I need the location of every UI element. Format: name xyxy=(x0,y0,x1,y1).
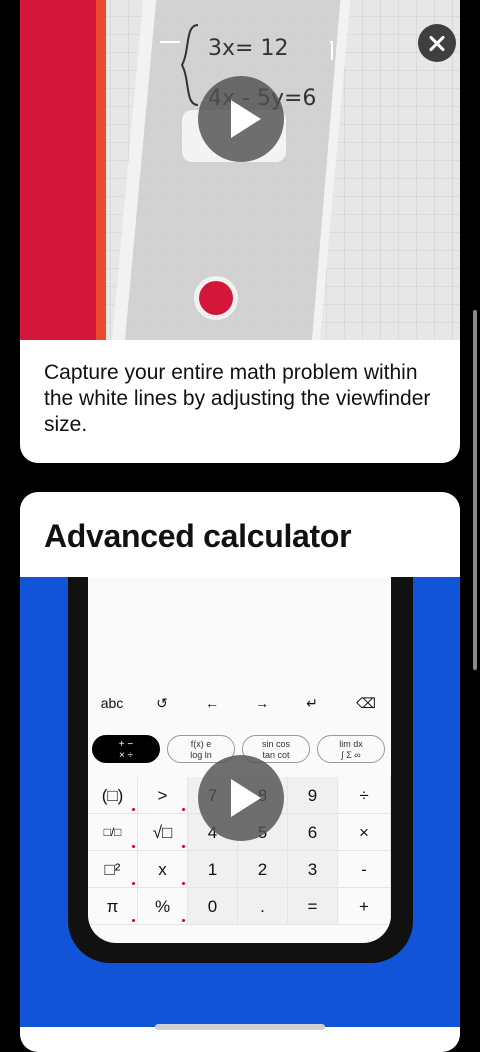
abc-keyboard-button[interactable]: abc xyxy=(92,695,132,711)
key-minus[interactable]: - xyxy=(338,851,391,888)
shortcut-dot xyxy=(182,882,185,885)
play-icon[interactable] xyxy=(198,76,284,162)
key-6[interactable]: 6 xyxy=(288,814,338,851)
shortcut-dot xyxy=(182,919,185,922)
mode-calculus-line2: ∫ Σ ∞ xyxy=(341,750,361,760)
key-square[interactable]: □² xyxy=(88,851,138,888)
mode-basic[interactable]: + − × ÷ xyxy=(92,735,160,763)
shortcut-dot xyxy=(132,808,135,811)
key-equals[interactable]: = xyxy=(288,888,338,925)
mode-calculus-line1: lim dx xyxy=(339,739,363,749)
key-plus[interactable]: + xyxy=(338,888,391,925)
mode-basic-line2: × ÷ xyxy=(118,750,134,761)
tutorial-caption: Capture your entire math problem within … xyxy=(44,361,431,436)
arrow-left-icon[interactable]: ← xyxy=(192,695,232,711)
shortcut-dot xyxy=(132,845,135,848)
tutorial-card-calculator: Advanced calculator abc ↺ ← → ↵ ⌫ + − × … xyxy=(20,492,460,1052)
calculator-toolbar: abc ↺ ← → ↵ ⌫ xyxy=(88,695,391,725)
history-icon[interactable]: ↺ xyxy=(142,695,182,712)
arrow-right-icon[interactable]: → xyxy=(242,695,282,711)
play-icon[interactable] xyxy=(198,755,284,841)
home-indicator[interactable] xyxy=(155,1024,325,1030)
key-1[interactable]: 1 xyxy=(188,851,238,888)
key-percent[interactable]: % xyxy=(138,888,188,925)
key-greater-than[interactable]: > xyxy=(138,777,188,814)
shortcut-dot xyxy=(132,882,135,885)
viewfinder-video[interactable]: 3x= 12 4x - 5y=6 xyxy=(20,0,460,340)
shortcut-dot xyxy=(132,919,135,922)
key-2[interactable]: 2 xyxy=(238,851,288,888)
equation-line-1: 3x= 12 xyxy=(208,36,289,61)
close-icon[interactable] xyxy=(418,24,456,62)
mode-trig-line1: sin cos xyxy=(261,739,290,749)
key-divide[interactable]: ÷ xyxy=(338,777,391,814)
key-parentheses[interactable]: (□) xyxy=(88,777,138,814)
key-9[interactable]: 9 xyxy=(288,777,338,814)
mode-functions-line1: f(x) e xyxy=(190,739,212,749)
scrollbar[interactable] xyxy=(473,310,477,670)
key-fraction[interactable]: □/□ xyxy=(88,814,138,851)
enter-icon[interactable]: ↵ xyxy=(292,695,332,712)
key-decimal[interactable]: . xyxy=(238,888,288,925)
card-title: Advanced calculator xyxy=(44,518,352,554)
key-3[interactable]: 3 xyxy=(288,851,338,888)
mode-calculus[interactable]: lim dx ∫ Σ ∞ xyxy=(317,735,385,763)
shortcut-dot xyxy=(182,845,185,848)
key-sqrt[interactable]: √□ xyxy=(138,814,188,851)
calculator-video[interactable]: abc ↺ ← → ↵ ⌫ + − × ÷ f(x) e log ln sin … xyxy=(20,577,460,1027)
mode-basic-line1: + − xyxy=(118,739,134,750)
key-variable-x[interactable]: x xyxy=(138,851,188,888)
tutorial-card-viewfinder: 3x= 12 4x - 5y=6 Capture your entire mat… xyxy=(20,0,460,463)
shortcut-dot xyxy=(182,808,185,811)
key-multiply[interactable]: × xyxy=(338,814,391,851)
key-pi[interactable]: π xyxy=(88,888,138,925)
backspace-icon[interactable]: ⌫ xyxy=(346,695,386,712)
key-0[interactable]: 0 xyxy=(188,888,238,925)
